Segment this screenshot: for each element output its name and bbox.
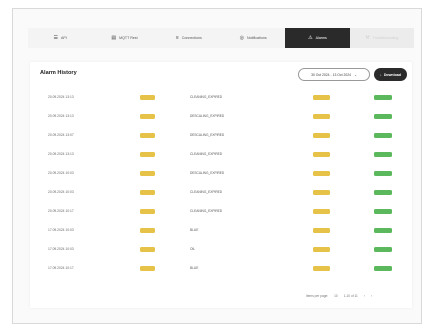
alarm-date: 20.09.2024 13:13 [48, 114, 74, 118]
alarm-date: 20.09.2024 10:03 [48, 171, 74, 175]
tab-notifications[interactable]: ◎ Notifications [220, 28, 286, 48]
table-row[interactable]: 20.09.2024 13:13 CLEANING_EXPIRED [30, 88, 412, 107]
page-range: 1-10 of 11 [343, 294, 358, 298]
severity-badge [140, 133, 155, 138]
type-badge [313, 228, 330, 233]
table-row[interactable]: 17.09.2024 10:03 OIL [30, 240, 412, 259]
alarm-code: CLEANING_EXPIRED [190, 209, 223, 213]
rows-per-page-label: Items per page: [306, 294, 329, 298]
table-row[interactable]: 20.09.2024 13:13 CLEANING_EXPIRED [30, 145, 412, 164]
table-row[interactable]: 20.09.2024 13:13 DESCALING_EXPIRED [30, 107, 412, 126]
severity-badge [140, 95, 155, 100]
next-page-icon[interactable]: › [371, 294, 372, 298]
type-badge [313, 266, 330, 271]
alarm-code: OIL [190, 247, 196, 251]
alarm-code: BLUE [190, 266, 199, 270]
alarm-code: CLEANING_EXPIRED [190, 152, 223, 156]
tab-label: Alarms [315, 36, 327, 40]
alarm-table: 20.09.2024 13:13 CLEANING_EXPIRED 20.09.2… [30, 88, 412, 278]
document-icon: ▤ [111, 35, 117, 41]
tab-label: Troubleshooting [372, 36, 399, 40]
status-badge [374, 190, 392, 195]
type-badge [313, 114, 330, 119]
type-badge [313, 247, 330, 252]
tab-api[interactable]: ☰ API [28, 28, 93, 48]
table-row[interactable]: 20.09.2024 13:07 DESCALING_EXPIRED [30, 126, 412, 145]
severity-badge [140, 152, 155, 157]
alarm-date: 20.09.2024 13:07 [48, 133, 74, 137]
bell-icon: ◎ [239, 35, 245, 41]
warning-icon: ⚠ [308, 35, 313, 41]
rows-per-page-select[interactable]: 10 [334, 294, 338, 298]
alarm-code: CLEANING_EXPIRED [190, 95, 223, 99]
tab-connections[interactable]: ≡ Connections [156, 28, 221, 48]
status-badge [374, 133, 392, 138]
status-badge [374, 228, 392, 233]
prev-page-icon[interactable]: ‹ [364, 294, 365, 298]
chevron-down-icon: ⌄ [354, 72, 357, 77]
severity-badge [140, 247, 155, 252]
type-badge [313, 95, 330, 100]
status-badge [374, 114, 392, 119]
status-badge [374, 209, 392, 214]
alarm-code: DESCALING_EXPIRED [190, 114, 225, 118]
table-row[interactable]: 17.09.2024 10:03 BLUE [30, 221, 412, 240]
type-badge [313, 171, 330, 176]
tab-alarms[interactable]: ⚠ Alarms [285, 28, 350, 48]
alarm-code: DESCALING_EXPIRED [190, 133, 225, 137]
alarm-history-card: Alarm History 30 Oct 2024 - 13 Oct 2024 … [30, 62, 412, 308]
top-tab-bar: ☰ API ▤ MQTT Rest ≡ Connections ◎ Notificati… [28, 28, 414, 48]
status-badge [374, 266, 392, 271]
alarm-date: 20.09.2024 13:13 [48, 95, 74, 99]
alarm-date: 20.09.2024 10:17 [48, 209, 74, 213]
tab-label: API [61, 36, 67, 40]
severity-badge [140, 190, 155, 195]
pagination: Items per page: 10 1-10 of 11 ‹ › [306, 294, 372, 298]
status-badge [374, 95, 392, 100]
alarm-code: CLEANING_EXPIRED [190, 190, 223, 194]
table-row[interactable]: 17.09.2024 10:17 BLUE [30, 259, 412, 278]
table-row[interactable]: 20.09.2024 10:17 CLEANING_EXPIRED [30, 202, 412, 221]
alarm-code: BLUE [190, 228, 199, 232]
page-title: Alarm History [40, 70, 77, 76]
type-badge [313, 209, 330, 214]
alarm-date: 17.09.2024 10:03 [48, 247, 74, 251]
alarm-date: 17.09.2024 10:17 [48, 266, 74, 270]
status-badge [374, 152, 392, 157]
download-label: Download [383, 72, 401, 77]
alarm-code: DESCALING_EXPIRED [190, 171, 225, 175]
download-button[interactable]: ↓ Download [374, 68, 407, 81]
tool-icon: ⚒ [365, 35, 370, 41]
tab-label: Connections [181, 36, 202, 40]
tab-label: MQTT Rest [119, 36, 138, 40]
sliders-icon: ≡ [175, 35, 179, 41]
severity-badge [140, 171, 155, 176]
status-badge [374, 247, 392, 252]
type-badge [313, 133, 330, 138]
severity-badge [140, 266, 155, 271]
type-badge [313, 190, 330, 195]
severity-badge [140, 228, 155, 233]
date-range-value: 30 Oct 2024 - 13 Oct 2024 [311, 72, 352, 77]
alarm-date: 20.09.2024 13:13 [48, 152, 74, 156]
severity-badge [140, 209, 155, 214]
table-row[interactable]: 20.09.2024 10:03 DESCALING_EXPIRED [30, 164, 412, 183]
status-badge [374, 171, 392, 176]
alarm-date: 20.09.2024 10:03 [48, 190, 74, 194]
alarm-date: 17.09.2024 10:03 [48, 228, 74, 232]
table-row[interactable]: 20.09.2024 10:03 CLEANING_EXPIRED [30, 183, 412, 202]
tab-troubleshooting[interactable]: ⚒ Troubleshooting [349, 28, 414, 48]
tab-label: Notifications [247, 36, 267, 40]
link-icon: ☰ [53, 35, 58, 41]
tab-mqtt-rest[interactable]: ▤ MQTT Rest [92, 28, 157, 48]
download-icon: ↓ [380, 72, 382, 77]
date-range-picker[interactable]: 30 Oct 2024 - 13 Oct 2024 ⌄ [298, 68, 370, 81]
severity-badge [140, 114, 155, 119]
type-badge [313, 152, 330, 157]
